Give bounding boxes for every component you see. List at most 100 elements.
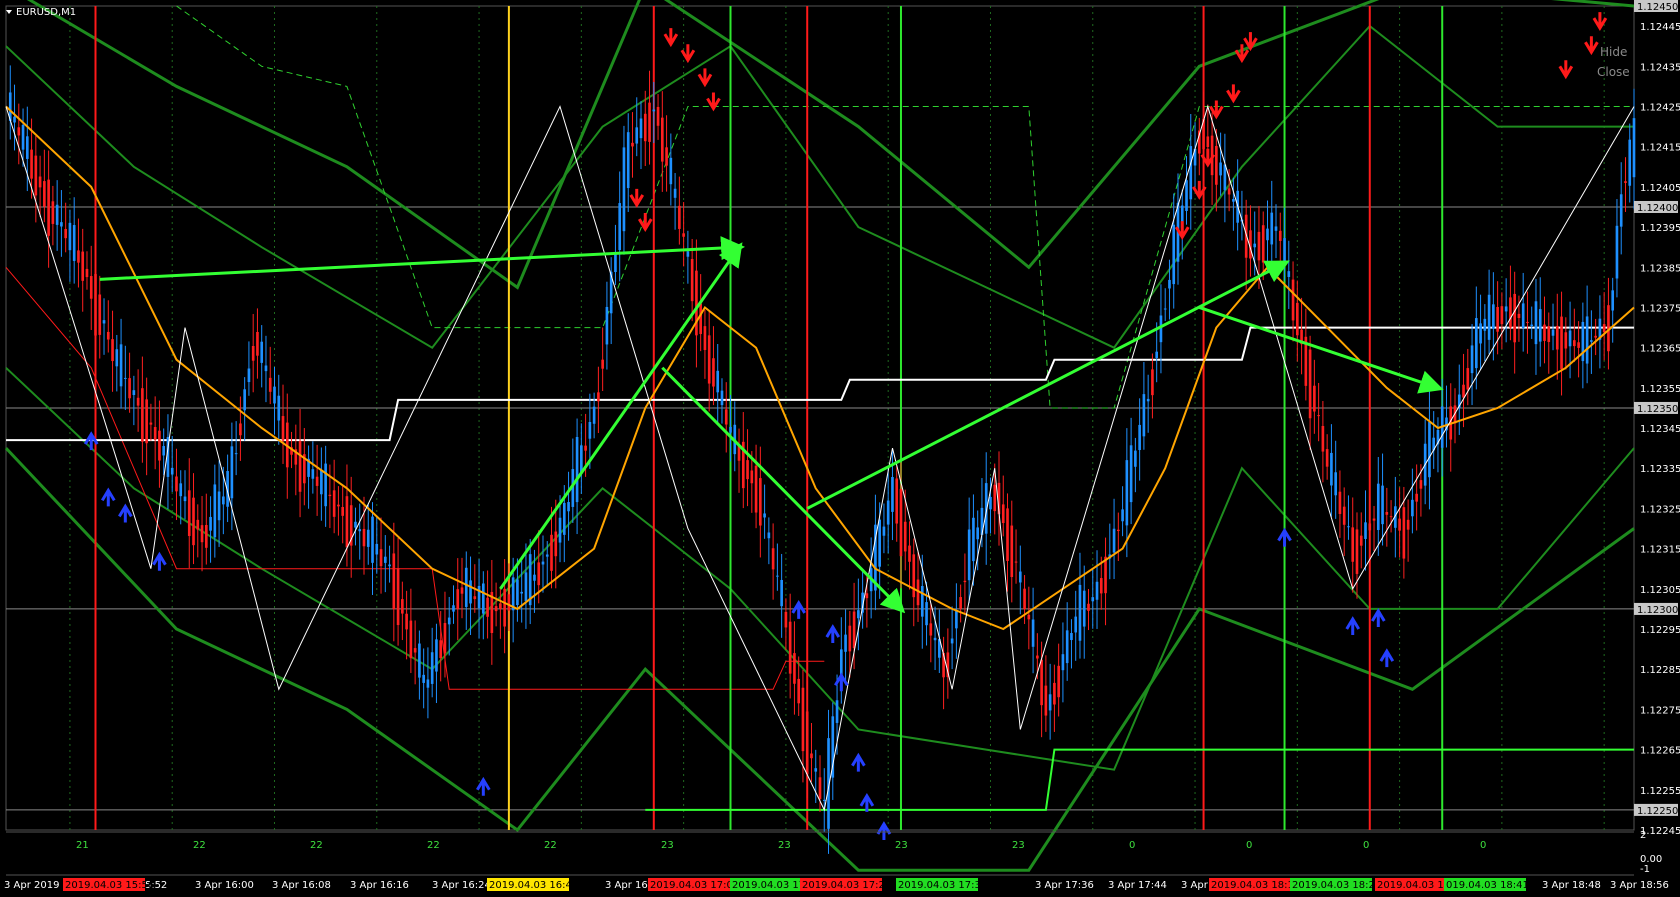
candle: [1330, 452, 1333, 486]
candle: [712, 358, 715, 387]
candle: [1044, 685, 1048, 716]
candle: [1278, 230, 1282, 241]
candle: [51, 201, 55, 224]
candle: [1543, 324, 1546, 341]
candle: [805, 711, 809, 775]
time-marker-label: 2019.04.03 17:32: [898, 880, 987, 891]
price-tick-label: 1.12355: [1640, 384, 1680, 395]
candle: [260, 341, 264, 363]
counter-label: 0: [1246, 840, 1252, 851]
candle: [409, 620, 413, 659]
candle: [1142, 394, 1146, 437]
candle: [320, 470, 323, 495]
candle: [1555, 325, 1559, 350]
candle: [1006, 508, 1009, 561]
candle: [865, 593, 869, 599]
candle: [315, 476, 319, 486]
candle: [136, 397, 140, 406]
candle: [1287, 271, 1291, 277]
candle: [1573, 340, 1576, 347]
candle: [520, 591, 523, 594]
price-tick-label: 1.12255: [1640, 786, 1680, 797]
counter-label: 22: [310, 840, 323, 851]
candle: [141, 388, 144, 442]
hide-button[interactable]: Hide: [1600, 45, 1627, 59]
candle: [396, 568, 400, 626]
candle: [234, 453, 238, 455]
candle: [81, 251, 85, 281]
candle: [759, 478, 762, 526]
candle: [1611, 290, 1615, 311]
candle: [162, 446, 166, 456]
close-button[interactable]: Close: [1597, 65, 1630, 79]
candle: [1057, 665, 1060, 698]
candle: [950, 638, 954, 644]
price-tick-label: 1.12405: [1640, 183, 1680, 194]
candle: [388, 564, 391, 567]
candle: [1065, 630, 1069, 664]
time-marker-label: 2019.04.03 18:11: [1211, 880, 1300, 891]
candle: [716, 370, 720, 393]
candle: [435, 639, 438, 672]
candle: [1419, 480, 1423, 489]
candle: [170, 467, 174, 475]
candle: [1504, 306, 1508, 312]
candle: [1215, 145, 1218, 185]
candle: [1496, 306, 1499, 332]
candle: [1415, 493, 1418, 502]
candle: [324, 463, 327, 507]
price-tick-label: 1.12445: [1640, 22, 1680, 33]
candle: [1564, 332, 1568, 349]
candle: [183, 496, 187, 502]
candle: [673, 188, 677, 198]
candle: [179, 483, 183, 497]
candle: [643, 113, 647, 142]
candle: [128, 378, 131, 399]
candle: [460, 587, 464, 594]
candle: [656, 106, 660, 126]
price-chart[interactable]: 1.12445 1.12435 1.12425 1.12415 1.12405 1.123…: [0, 0, 1680, 897]
candle: [1070, 633, 1073, 641]
candle: [1385, 512, 1389, 515]
candle: [780, 579, 783, 607]
candle: [605, 306, 609, 345]
candle: [665, 147, 668, 166]
sub-axis-label: 2: [1640, 830, 1646, 841]
candle: [452, 605, 455, 612]
candle: [1313, 385, 1316, 412]
candle: [1368, 523, 1372, 531]
price-label: 1.12400: [1637, 203, 1678, 214]
candle: [989, 496, 992, 510]
time-tick-label: 3 Apr 17:36: [1035, 880, 1094, 891]
candle: [729, 426, 732, 433]
candle: [912, 554, 916, 598]
candle: [635, 127, 639, 144]
candle: [707, 335, 711, 384]
candle: [537, 562, 541, 586]
candle: [1048, 694, 1052, 711]
candle: [1023, 588, 1026, 610]
candle: [34, 155, 38, 196]
candle: [592, 406, 596, 424]
time-tick-label: 3 Apr 2019: [4, 880, 59, 891]
candle: [622, 147, 626, 232]
candle: [213, 484, 217, 538]
candle: [102, 320, 106, 324]
candle: [464, 567, 468, 607]
candle: [72, 225, 76, 261]
candle: [878, 519, 881, 567]
candle: [1624, 181, 1627, 183]
candle: [703, 326, 707, 351]
candle: [187, 490, 191, 536]
candle: [1104, 556, 1107, 594]
price-tick-label: 1.12285: [1640, 665, 1680, 676]
candle: [243, 389, 246, 411]
candle: [43, 181, 46, 207]
candle: [1168, 279, 1171, 289]
candle: [439, 640, 443, 659]
time-marker-label: 2019.04.03 17:20: [802, 880, 891, 891]
candle: [38, 176, 42, 188]
candle: [111, 339, 114, 362]
candle: [686, 251, 690, 257]
candle: [580, 445, 583, 473]
